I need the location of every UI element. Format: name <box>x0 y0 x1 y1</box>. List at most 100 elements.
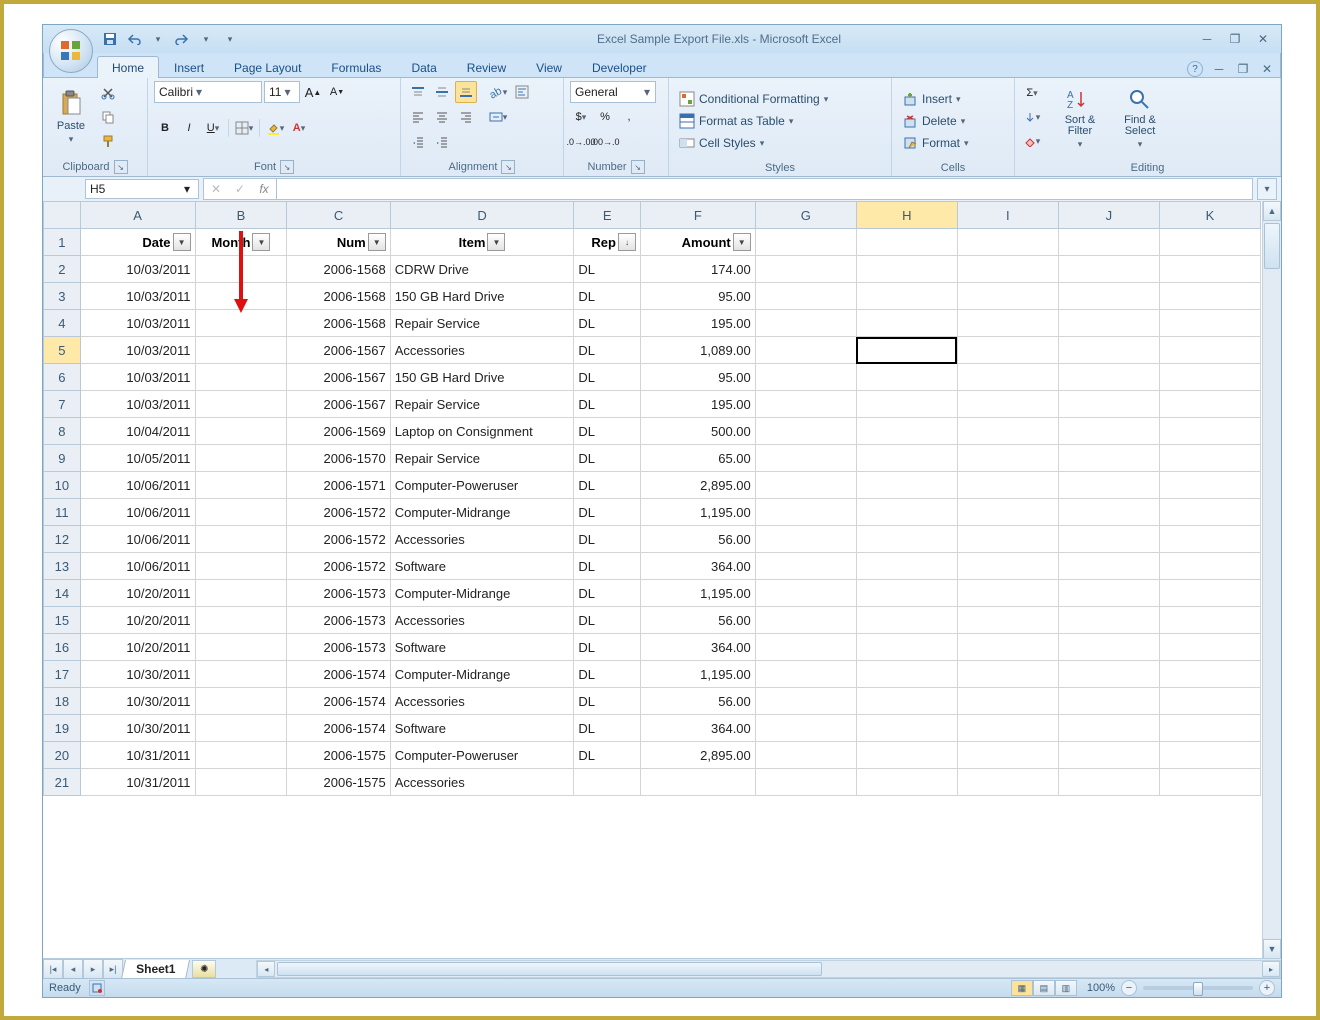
cell-I4[interactable] <box>957 310 1058 337</box>
increase-indent-button[interactable] <box>431 131 453 153</box>
cell-C6[interactable]: 2006-1567 <box>287 364 390 391</box>
bold-button[interactable]: B <box>154 117 176 139</box>
cell-F2[interactable]: 174.00 <box>640 256 755 283</box>
cell-B5[interactable] <box>195 337 287 364</box>
cell-A12[interactable]: 10/06/2011 <box>80 526 195 553</box>
cell-J19[interactable] <box>1058 715 1159 742</box>
autosum-button[interactable]: Σ▾ <box>1021 82 1043 104</box>
cell-F12[interactable]: 56.00 <box>640 526 755 553</box>
cell-I3[interactable] <box>957 283 1058 310</box>
cell-F20[interactable]: 2,895.00 <box>640 742 755 769</box>
align-center-button[interactable] <box>431 106 453 128</box>
minimize-button[interactable]: ─ <box>1197 31 1217 47</box>
cell-J14[interactable] <box>1058 580 1159 607</box>
decrease-decimal-button[interactable]: .00→.0 <box>594 131 616 153</box>
cell-J10[interactable] <box>1058 472 1159 499</box>
delete-cells-button[interactable]: Delete ▾ <box>898 111 969 131</box>
cell-K18[interactable] <box>1159 688 1260 715</box>
cell-C19[interactable]: 2006-1574 <box>287 715 390 742</box>
cell-C11[interactable]: 2006-1572 <box>287 499 390 526</box>
cell-I15[interactable] <box>957 607 1058 634</box>
cell-G9[interactable] <box>755 445 856 472</box>
cell-A9[interactable]: 10/05/2011 <box>80 445 195 472</box>
cell-B19[interactable] <box>195 715 287 742</box>
cell-E8[interactable]: DL <box>574 418 641 445</box>
accounting-button[interactable]: $▾ <box>570 106 592 128</box>
cell-E2[interactable]: DL <box>574 256 641 283</box>
cell-G14[interactable] <box>755 580 856 607</box>
filter-button-F[interactable]: ▼ <box>733 233 751 251</box>
cell-E20[interactable]: DL <box>574 742 641 769</box>
cell-E14[interactable]: DL <box>574 580 641 607</box>
comma-button[interactable]: , <box>618 106 640 128</box>
cell-E21[interactable] <box>574 769 641 796</box>
format-painter-button[interactable] <box>97 130 119 152</box>
cell-B16[interactable] <box>195 634 287 661</box>
cell-K21[interactable] <box>1159 769 1260 796</box>
cell-J4[interactable] <box>1058 310 1159 337</box>
wrap-text-button[interactable] <box>511 81 533 103</box>
workbook-close-button[interactable]: ✕ <box>1259 61 1275 77</box>
col-header-B[interactable]: B <box>195 202 287 229</box>
merge-center-button[interactable]: ▾ <box>487 106 509 128</box>
view-pagebreak-button[interactable]: ▥ <box>1055 980 1077 996</box>
cell-G4[interactable] <box>755 310 856 337</box>
cell-A20[interactable]: 10/31/2011 <box>80 742 195 769</box>
cell-F4[interactable]: 195.00 <box>640 310 755 337</box>
cell-G19[interactable] <box>755 715 856 742</box>
cell-A21[interactable]: 10/31/2011 <box>80 769 195 796</box>
tab-page-layout[interactable]: Page Layout <box>219 56 316 78</box>
borders-button[interactable]: ▾ <box>233 117 255 139</box>
qat-customize[interactable]: ▾ <box>219 29 241 49</box>
align-middle-button[interactable] <box>431 81 453 103</box>
cell-I16[interactable] <box>957 634 1058 661</box>
cell-B14[interactable] <box>195 580 287 607</box>
row-header-15[interactable]: 15 <box>44 607 81 634</box>
cell-H21[interactable] <box>856 769 957 796</box>
cell-B18[interactable] <box>195 688 287 715</box>
cell-G5[interactable] <box>755 337 856 364</box>
increase-decimal-button[interactable]: .0→.00 <box>570 131 592 153</box>
cell-J7[interactable] <box>1058 391 1159 418</box>
cell-styles-button[interactable]: Cell Styles ▾ <box>675 133 768 153</box>
cell-J20[interactable] <box>1058 742 1159 769</box>
cell-K15[interactable] <box>1159 607 1260 634</box>
cell-E15[interactable]: DL <box>574 607 641 634</box>
cell-C5[interactable]: 2006-1567 <box>287 337 390 364</box>
col-header-C[interactable]: C <box>287 202 390 229</box>
clear-button[interactable]: ▾ <box>1021 130 1043 152</box>
cell-I8[interactable] <box>957 418 1058 445</box>
font-name-combo[interactable]: Calibri▾ <box>154 81 262 103</box>
cell-J16[interactable] <box>1058 634 1159 661</box>
cell-K9[interactable] <box>1159 445 1260 472</box>
cell-H4[interactable] <box>856 310 957 337</box>
cell-K6[interactable] <box>1159 364 1260 391</box>
zoom-level[interactable]: 100% <box>1087 982 1115 994</box>
row-header-17[interactable]: 17 <box>44 661 81 688</box>
cell-B7[interactable] <box>195 391 287 418</box>
cell-D11[interactable]: Computer-Midrange <box>390 499 574 526</box>
cell-G7[interactable] <box>755 391 856 418</box>
cell-H14[interactable] <box>856 580 957 607</box>
tab-data[interactable]: Data <box>396 56 451 78</box>
insert-function-button[interactable]: fx <box>252 182 276 196</box>
cell-F18[interactable]: 56.00 <box>640 688 755 715</box>
cell-D18[interactable]: Accessories <box>390 688 574 715</box>
sort-filter-button[interactable]: AZ Sort & Filter▾ <box>1053 81 1107 153</box>
enter-button[interactable]: ✓ <box>228 182 252 196</box>
cell-G11[interactable] <box>755 499 856 526</box>
clipboard-launcher[interactable]: ↘ <box>114 160 128 174</box>
cell-D14[interactable]: Computer-Midrange <box>390 580 574 607</box>
cell-C2[interactable]: 2006-1568 <box>287 256 390 283</box>
cell-K3[interactable] <box>1159 283 1260 310</box>
tab-developer[interactable]: Developer <box>577 56 662 78</box>
col-header-I[interactable]: I <box>957 202 1058 229</box>
percent-button[interactable]: % <box>594 106 616 128</box>
cell-G17[interactable] <box>755 661 856 688</box>
cell-E9[interactable]: DL <box>574 445 641 472</box>
cell-I14[interactable] <box>957 580 1058 607</box>
cell-B10[interactable] <box>195 472 287 499</box>
cell-C7[interactable]: 2006-1567 <box>287 391 390 418</box>
cell-G16[interactable] <box>755 634 856 661</box>
cell-K10[interactable] <box>1159 472 1260 499</box>
